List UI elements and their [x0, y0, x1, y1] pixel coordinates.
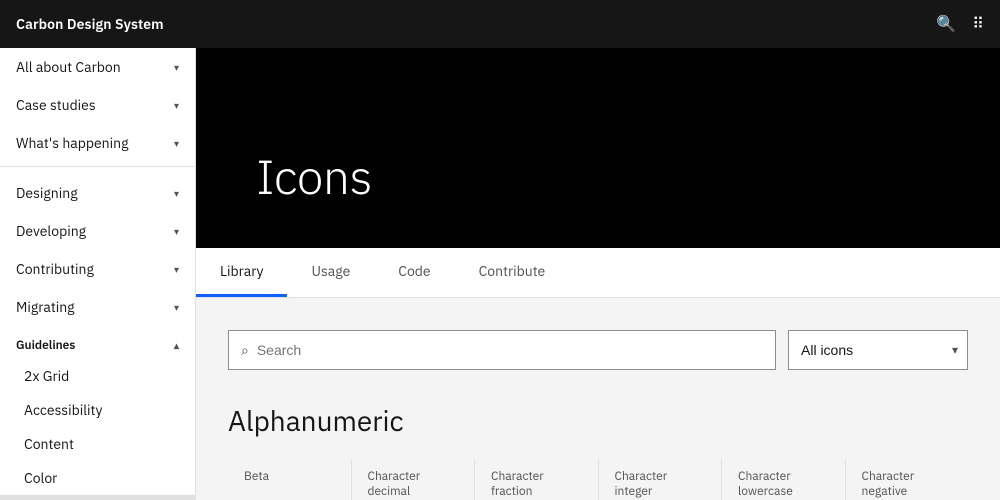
- grid-icon[interactable]: ⠿: [972, 14, 984, 34]
- sidebar-item-2x-grid[interactable]: 2x Grid: [0, 359, 195, 393]
- sidebar-item-accessibility[interactable]: Accessibility: [0, 393, 195, 427]
- chevron-down-icon: ▾: [174, 187, 179, 200]
- sidebar-item-color[interactable]: Color: [0, 461, 195, 495]
- chevron-down-icon: ▾: [174, 263, 179, 276]
- table-header-character-negative: Character negative number: [846, 459, 969, 500]
- sidebar-item-migrating[interactable]: Migrating ▾: [0, 288, 195, 326]
- dropdown-wrap: All icons 16x16 20x20 24x24 32x32 ▾: [788, 330, 968, 370]
- tab-usage[interactable]: Usage: [287, 248, 374, 297]
- search-row: ⌕ All icons 16x16 20x20 24x24 32x32 ▾: [228, 330, 968, 370]
- tab-library[interactable]: Library: [196, 248, 287, 297]
- top-navigation: Carbon Design System 🔍 ⠿: [0, 0, 1000, 48]
- site-title: Carbon Design System: [16, 15, 164, 33]
- chevron-up-icon: ▴: [174, 339, 179, 352]
- sidebar-item-case-studies[interactable]: Case studies ▾: [0, 86, 195, 124]
- tabs-bar: Library Usage Code Contribute: [196, 248, 1000, 298]
- nav-icons: 🔍 ⠿: [936, 14, 984, 34]
- table-header-character-fraction: Character fraction: [475, 459, 598, 500]
- content-body: ⌕ All icons 16x16 20x20 24x24 32x32 ▾ Al…: [196, 298, 1000, 500]
- table-header-character-integer: Character integer: [599, 459, 722, 500]
- sidebar: All about Carbon ▾ Case studies ▾ What's…: [0, 48, 196, 500]
- page-title: Icons: [256, 146, 372, 208]
- content-area: Icons Library Usage Code Contribute ⌕ Al…: [196, 48, 1000, 500]
- guidelines-section[interactable]: Guidelines ▴: [0, 326, 195, 359]
- section-title: Alphanumeric: [228, 402, 968, 439]
- search-input-wrap[interactable]: ⌕: [228, 330, 776, 370]
- tab-code[interactable]: Code: [374, 248, 454, 297]
- sidebar-item-content[interactable]: Content: [0, 427, 195, 461]
- chevron-down-icon: ▾: [174, 301, 179, 314]
- search-icon: ⌕: [241, 341, 249, 359]
- sidebar-item-all-about-carbon[interactable]: All about Carbon ▾: [0, 48, 195, 86]
- sidebar-item-icons[interactable]: Icons: [0, 495, 195, 500]
- sidebar-item-designing[interactable]: Designing ▾: [0, 174, 195, 212]
- chevron-down-icon: ▾: [174, 61, 179, 74]
- table-header-beta: Beta: [228, 459, 351, 500]
- table-header-character-lowercase: Character lowercase: [722, 459, 845, 500]
- sidebar-item-contributing[interactable]: Contributing ▾: [0, 250, 195, 288]
- table-headers: Beta Character decimal Character fractio…: [228, 459, 968, 500]
- search-icon[interactable]: 🔍: [936, 14, 956, 34]
- hero-section: Icons: [196, 48, 1000, 248]
- main-layout: All about Carbon ▾ Case studies ▾ What's…: [0, 48, 1000, 500]
- chevron-down-icon: ▾: [174, 99, 179, 112]
- sidebar-item-developing[interactable]: Developing ▾: [0, 212, 195, 250]
- table-header-character-decimal: Character decimal: [352, 459, 475, 500]
- chevron-down-icon: ▾: [174, 225, 179, 238]
- sidebar-item-whats-happening[interactable]: What's happening ▾: [0, 124, 195, 162]
- search-input[interactable]: [257, 342, 763, 358]
- chevron-down-icon: ▾: [174, 137, 179, 150]
- tab-contribute[interactable]: Contribute: [455, 248, 570, 297]
- all-icons-dropdown[interactable]: All icons 16x16 20x20 24x24 32x32: [788, 330, 968, 370]
